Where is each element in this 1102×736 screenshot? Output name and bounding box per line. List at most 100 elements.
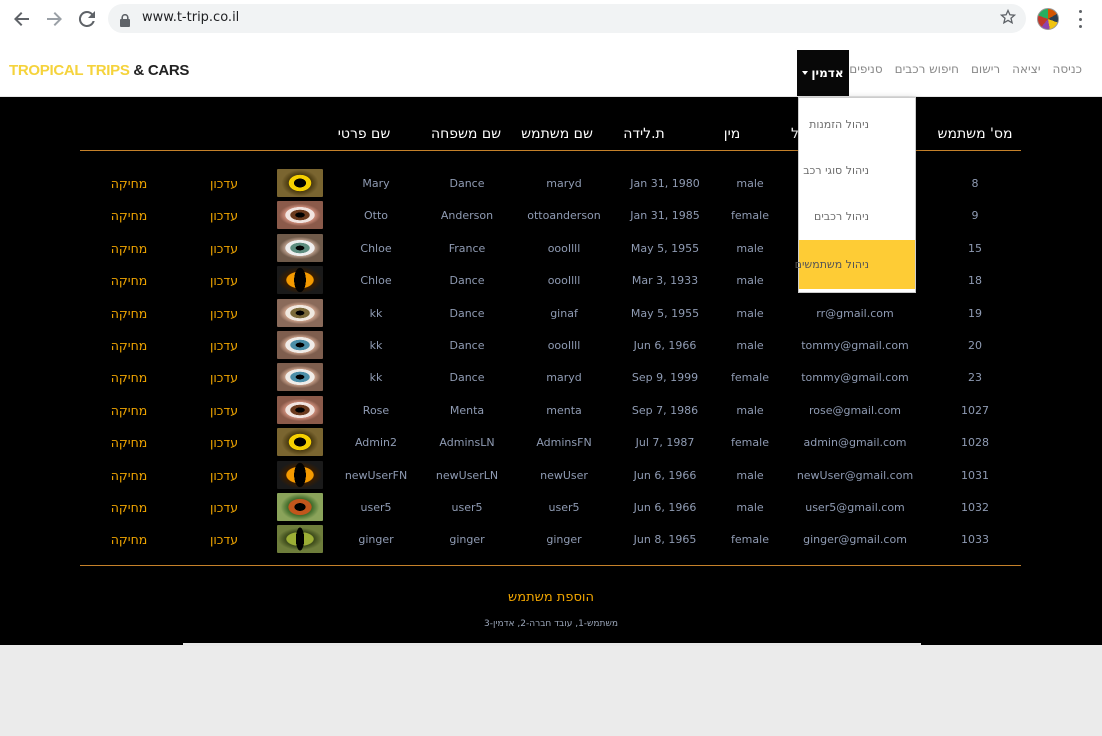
delete-user-link[interactable]: מחיקה xyxy=(111,306,148,321)
dropdown-item-orders[interactable]: ניהול הזמנות xyxy=(799,118,915,131)
cell-gender: female xyxy=(731,209,769,223)
delete-user-link[interactable]: מחיקה xyxy=(111,500,148,515)
cell-gender: male xyxy=(736,306,764,320)
cell-email: rr@gmail.com xyxy=(816,306,894,320)
cell-last-name: France xyxy=(448,241,486,255)
nav-car-search[interactable]: חיפוש רכבים xyxy=(889,62,965,76)
delete-user-link[interactable]: מחיקה xyxy=(111,338,148,353)
address-bar[interactable]: www.t-trip.co.il xyxy=(108,4,1026,33)
back-icon[interactable] xyxy=(10,7,34,31)
delete-user-link[interactable]: מחיקה xyxy=(111,241,148,256)
cell-user-no: 19 xyxy=(968,306,982,320)
edit-user-link[interactable]: עדכון xyxy=(210,370,238,385)
cell-email: newUser@gmail.com xyxy=(796,468,914,482)
nav-logout[interactable]: יציאה xyxy=(1006,62,1046,76)
edit-user-link[interactable]: עדכון xyxy=(210,273,238,288)
cell-user-no: 1032 xyxy=(961,501,989,514)
edit-user-link[interactable]: עדכון xyxy=(210,338,238,353)
delete-user-link[interactable]: מחיקה xyxy=(111,176,148,191)
cell-username: ottoanderson xyxy=(527,209,601,223)
gray-strip xyxy=(183,643,921,646)
cell-username: ginaf xyxy=(550,306,578,320)
cell-username: oooIlll xyxy=(547,274,581,288)
cell-user-no: 20 xyxy=(968,339,982,352)
cell-birth: Mar 3, 1933 xyxy=(631,274,699,288)
cell-user-no: 18 xyxy=(968,274,982,288)
delete-user-link[interactable]: מחיקה xyxy=(111,273,148,288)
dropdown-item-car-types[interactable]: ניהול סוגי רכב xyxy=(799,164,915,177)
brand-part2: & CARS xyxy=(129,62,190,79)
nav-login[interactable]: כניסה xyxy=(1047,62,1088,76)
cell-first-name: user5 xyxy=(360,501,392,514)
user-eye-image xyxy=(277,363,323,392)
cell-gender: male xyxy=(736,241,764,255)
cell-username: oooIlll xyxy=(547,241,581,255)
delete-user-link[interactable]: מחיקה xyxy=(111,370,148,385)
user-eye-image xyxy=(277,493,323,521)
delete-user-link[interactable]: מחיקה xyxy=(111,208,148,223)
delete-user-link[interactable]: מחיקה xyxy=(111,435,148,450)
brand-logo[interactable]: TROPICAL TRIPS & CARS xyxy=(9,62,189,79)
cell-last-name: Dance xyxy=(449,371,485,385)
cell-gender: male xyxy=(736,501,764,514)
header-first-name: שם פרטי xyxy=(337,126,391,142)
nav-branches[interactable]: סניפים xyxy=(843,62,888,76)
edit-user-link[interactable]: עדכון xyxy=(210,176,238,191)
edit-user-link[interactable]: עדכון xyxy=(210,468,238,483)
star-icon[interactable] xyxy=(999,8,1017,29)
cell-last-name: user5 xyxy=(451,501,483,514)
delete-user-link[interactable]: מחיקה xyxy=(111,468,148,483)
cell-user-no: 9 xyxy=(971,209,979,223)
edit-user-link[interactable]: עדכון xyxy=(210,241,238,256)
nav-links: כניסה יציאה רישום חיפוש רכבים סניפים xyxy=(843,50,1088,87)
cell-gender: male xyxy=(736,339,764,352)
cell-last-name: Dance xyxy=(449,339,485,352)
edit-user-link[interactable]: עדכון xyxy=(210,208,238,223)
edit-user-link[interactable]: עדכון xyxy=(210,532,238,547)
dropdown-item-users[interactable]: ניהול משתמשים xyxy=(795,240,915,289)
cell-last-name: Anderson xyxy=(440,209,494,223)
dropdown-item-cars[interactable]: ניהול רכבים xyxy=(799,210,915,223)
nav-register[interactable]: רישום xyxy=(965,62,1006,76)
kebab-menu-icon[interactable] xyxy=(1072,10,1088,28)
edit-user-link[interactable]: עדכון xyxy=(210,435,238,450)
role-legend: משתמש-1, עובד חברה-2, אדמין-3 xyxy=(484,619,618,629)
cell-gender: male xyxy=(736,274,764,288)
nav-admin-dropdown[interactable]: אדמין xyxy=(797,50,849,96)
edit-user-link[interactable]: עדכון xyxy=(210,306,238,321)
url-text: www.t-trip.co.il xyxy=(142,10,240,25)
user-eye-image xyxy=(277,525,323,554)
cell-last-name: ginger xyxy=(449,533,485,547)
user-eye-image xyxy=(277,298,323,327)
cell-username: newUser xyxy=(540,468,588,482)
cell-username: ginger xyxy=(546,533,582,547)
forward-icon[interactable] xyxy=(42,7,66,31)
cell-user-no: 1033 xyxy=(961,533,989,547)
cell-first-name: Chloe xyxy=(360,241,392,255)
site-navbar: TROPICAL TRIPS & CARS כניסה יציאה רישום … xyxy=(0,37,1102,97)
cell-last-name: Dance xyxy=(449,274,485,288)
header-last-name: שם משפחה xyxy=(430,126,502,142)
cell-birth: Sep 7, 1986 xyxy=(631,403,699,417)
cell-email: tommy@gmail.com xyxy=(801,371,909,385)
edit-user-link[interactable]: עדכון xyxy=(210,403,238,418)
cell-birth: Jul 7, 1987 xyxy=(635,436,695,450)
cell-username: maryd xyxy=(546,177,582,190)
user-eye-image xyxy=(277,201,323,230)
cell-birth: Sep 9, 1999 xyxy=(631,371,699,385)
header-username: שם משתמש xyxy=(521,126,593,142)
reload-icon[interactable] xyxy=(75,7,99,31)
header-birth: ת.לידה xyxy=(623,126,665,142)
cell-first-name: Mary xyxy=(362,177,390,190)
profile-avatar[interactable] xyxy=(1037,8,1059,30)
add-user-link[interactable]: הוספת משתמש xyxy=(508,590,594,605)
cell-last-name: Dance xyxy=(449,177,485,190)
cell-last-name: newUserLN xyxy=(435,468,499,482)
delete-user-link[interactable]: מחיקה xyxy=(111,532,148,547)
edit-user-link[interactable]: עדכון xyxy=(210,500,238,515)
cell-gender: female xyxy=(731,533,769,547)
cell-username: maryd xyxy=(546,371,582,385)
delete-user-link[interactable]: מחיקה xyxy=(111,403,148,418)
cell-first-name: Chloe xyxy=(360,274,392,288)
cell-first-name: Admin2 xyxy=(354,436,398,450)
